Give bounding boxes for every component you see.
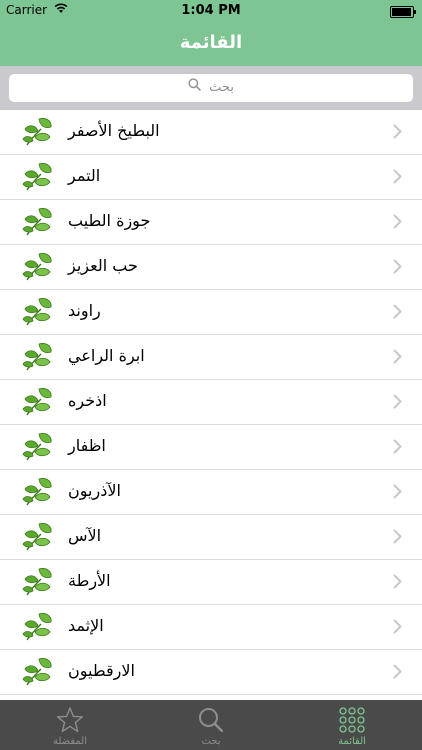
leaf-icon — [21, 520, 55, 554]
list-item[interactable]: جوزة الطيب — [0, 200, 422, 245]
chevron-right-icon — [393, 664, 402, 679]
leaf-icon — [21, 340, 55, 374]
grid-icon — [337, 705, 367, 735]
search-icon — [196, 705, 226, 735]
chevron-right-icon — [393, 214, 402, 229]
leaf-icon — [21, 160, 55, 194]
tab-label: بحث — [201, 736, 221, 747]
leaf-icon — [21, 295, 55, 329]
list-item[interactable]: اظفار — [0, 425, 422, 470]
leaf-icon — [21, 430, 55, 464]
list-item[interactable]: الآس — [0, 515, 422, 560]
tab-search[interactable]: بحث — [141, 700, 281, 750]
status-bar: Carrier 1:04 PM — [0, 0, 422, 22]
chevron-right-icon — [393, 529, 402, 544]
list-item[interactable]: الارقطيون — [0, 650, 422, 695]
chevron-right-icon — [393, 484, 402, 499]
tab-favorites[interactable]: المفضلة — [0, 700, 140, 750]
list-item-label: الآذريون — [68, 481, 121, 500]
leaf-icon — [21, 205, 55, 239]
chevron-right-icon — [393, 304, 402, 319]
chevron-right-icon — [393, 394, 402, 409]
list-item-label: حب العزيز — [68, 256, 138, 275]
battery-level — [392, 8, 411, 16]
item-list: البطيخ الأصفر التمر جوزة الطيب حب العزيز راو… — [0, 110, 422, 700]
list-item-label: الأرطة — [68, 571, 111, 590]
chevron-right-icon — [393, 439, 402, 454]
search-icon — [188, 74, 201, 102]
chevron-right-icon — [393, 169, 402, 184]
page-title: القائمة — [179, 32, 243, 53]
list-item[interactable]: الإثمد — [0, 605, 422, 650]
list-item[interactable]: اذخره — [0, 380, 422, 425]
search-input[interactable]: بحث — [9, 74, 413, 102]
battery-icon — [390, 6, 416, 18]
chevron-right-icon — [393, 259, 402, 274]
list-item-label: الارقطيون — [68, 661, 135, 680]
search-bar: بحث — [0, 66, 422, 110]
tab-bar: المفضلة بحث القائمة — [0, 700, 422, 750]
chevron-right-icon — [393, 574, 402, 589]
leaf-icon — [21, 250, 55, 284]
list-item[interactable]: راوند — [0, 290, 422, 335]
tab-label: المفضلة — [52, 736, 87, 747]
leaf-icon — [21, 565, 55, 599]
list-item-label: البطيخ الأصفر — [68, 121, 160, 140]
list-item[interactable]: الآذريون — [0, 470, 422, 515]
tab-list[interactable]: القائمة — [282, 700, 422, 750]
list-item-label: الإثمد — [68, 616, 104, 635]
chevron-right-icon — [393, 124, 402, 139]
leaf-icon — [21, 385, 55, 419]
leaf-icon — [21, 115, 55, 149]
list-item-label: جوزة الطيب — [68, 211, 151, 230]
star-icon — [55, 705, 85, 735]
list-item-label: اذخره — [68, 391, 107, 410]
list-item[interactable]: البطيخ الأصفر — [0, 110, 422, 155]
chevron-right-icon — [393, 619, 402, 634]
leaf-icon — [21, 655, 55, 689]
list-item-label: الآس — [68, 526, 102, 545]
list-item-label: اظفار — [68, 436, 106, 455]
navigation-bar: القائمة — [0, 22, 422, 66]
search-placeholder: بحث — [209, 80, 234, 95]
list-item[interactable]: حب العزيز — [0, 245, 422, 290]
list-item[interactable]: ابرة الراعي — [0, 335, 422, 380]
chevron-right-icon — [393, 349, 402, 364]
list-item[interactable]: الأرطة — [0, 560, 422, 605]
tab-label: القائمة — [338, 736, 366, 747]
list-item[interactable]: التمر — [0, 155, 422, 200]
leaf-icon — [21, 610, 55, 644]
status-time: 1:04 PM — [181, 3, 241, 18]
list-item-label: التمر — [68, 166, 101, 185]
leaf-icon — [21, 475, 55, 509]
list-item-label: راوند — [68, 301, 101, 320]
list-item-label: ابرة الراعي — [68, 346, 145, 365]
